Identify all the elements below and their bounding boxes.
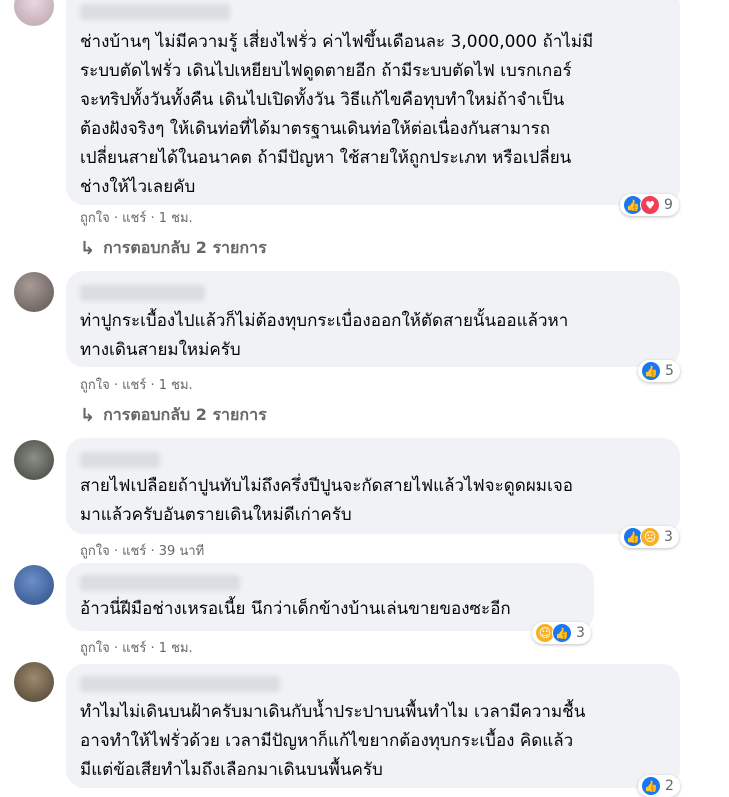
view-replies-link[interactable]: ↳ การตอบกลับ 2 รายการ <box>80 403 267 428</box>
share-button[interactable]: แชร์ <box>122 378 146 393</box>
reaction-summary[interactable]: ☺ 👍 3 <box>532 622 591 644</box>
reaction-count: 2 <box>665 778 674 794</box>
reaction-summary[interactable]: 👍 5 <box>638 360 680 382</box>
comment-text: ท่าปูกระเบื้องไปแล้วก็ไม่ต้องทุบกระเบื่อ… <box>80 311 569 360</box>
comment-text: อ้าวนี่ฝีมือช่างเหรอเนี้ย นึกว่าเด็กข้าง… <box>80 599 511 619</box>
timestamp[interactable]: 1 ชม. <box>159 211 193 226</box>
comment-author[interactable] <box>80 676 280 692</box>
avatar[interactable] <box>14 440 54 480</box>
comment-bubble: อ้าวนี่ฝีมือช่างเหรอเนี้ย นึกว่าเด็กข้าง… <box>66 563 594 631</box>
like-button[interactable]: ถูกใจ <box>80 544 110 559</box>
avatar[interactable] <box>14 272 54 312</box>
comment-actions: ถูกใจ · แชร์ · 1 ชม. <box>80 211 193 226</box>
comment-author[interactable] <box>80 575 240 591</box>
like-icon: 👍 <box>641 361 661 381</box>
comment-bubble: สายไฟเปลือยถ้าปูนทับไม่ถึงครึ่งปีปูนจะกั… <box>66 438 680 534</box>
like-button[interactable]: ถูกใจ <box>80 378 110 393</box>
comment-actions: ถูกใจ · แชร์ · 39 นาที <box>80 544 205 559</box>
comment-bubble: ท่าปูกระเบื้องไปแล้วก็ไม่ต้องทุบกระเบื่อ… <box>66 271 680 367</box>
reply-arrow-icon: ↳ <box>80 405 96 426</box>
comment-bubble: ทำไมไม่เดินบนฝ้าครับมาเดินกับน้ำประปาบนพ… <box>66 664 680 788</box>
comment-author[interactable] <box>80 285 205 301</box>
timestamp[interactable]: 39 นาที <box>159 544 204 559</box>
comment-author[interactable] <box>80 452 160 468</box>
timestamp[interactable]: 1 ชม. <box>159 378 193 393</box>
comment-text: ช่างบ้านๆ ไม่มีความรู้ เสี่ยงไฟรั่ว ค่าไ… <box>80 32 594 197</box>
reaction-summary[interactable]: 👍 ♥ 9 <box>620 194 679 216</box>
comment-actions: ถูกใจ · แชร์ · 1 ชม. <box>80 378 193 393</box>
avatar[interactable] <box>14 565 54 605</box>
comment-text: ทำไมไม่เดินบนฝ้าครับมาเดินกับน้ำประปาบนพ… <box>80 702 586 780</box>
love-icon: ♥ <box>640 195 660 215</box>
sad-icon: ☹ <box>640 527 660 547</box>
view-replies-label: การตอบกลับ 2 รายการ <box>103 405 267 424</box>
like-button[interactable]: ถูกใจ <box>80 641 110 656</box>
reaction-count: 3 <box>576 625 585 641</box>
view-replies-link[interactable]: ↳ การตอบกลับ 2 รายการ <box>80 236 267 261</box>
avatar[interactable] <box>14 0 54 26</box>
reaction-summary[interactable]: 👍 ☹ 3 <box>620 526 679 548</box>
share-button[interactable]: แชร์ <box>122 641 146 656</box>
like-button[interactable]: ถูกใจ <box>80 211 110 226</box>
like-icon: 👍 <box>641 776 661 796</box>
avatar[interactable] <box>14 662 54 702</box>
reaction-count: 3 <box>664 529 673 545</box>
share-button[interactable]: แชร์ <box>122 211 146 226</box>
reaction-count: 5 <box>665 363 674 379</box>
like-icon: 👍 <box>552 623 572 643</box>
reply-arrow-icon: ↳ <box>80 238 96 259</box>
comment-actions: ถูกใจ · แชร์ · 1 ชม. <box>80 641 193 656</box>
reaction-count: 9 <box>664 197 673 213</box>
comment-text: สายไฟเปลือยถ้าปูนทับไม่ถึงครึ่งปีปูนจะกั… <box>80 476 573 525</box>
view-replies-label: การตอบกลับ 2 รายการ <box>103 238 267 257</box>
timestamp[interactable]: 1 ชม. <box>159 641 193 656</box>
comment-bubble: ช่างบ้านๆ ไม่มีความรู้ เสี่ยงไฟรั่ว ค่าไ… <box>66 0 680 205</box>
share-button[interactable]: แชร์ <box>122 544 146 559</box>
comment-author[interactable] <box>80 4 230 20</box>
reaction-summary[interactable]: 👍 2 <box>638 775 680 797</box>
